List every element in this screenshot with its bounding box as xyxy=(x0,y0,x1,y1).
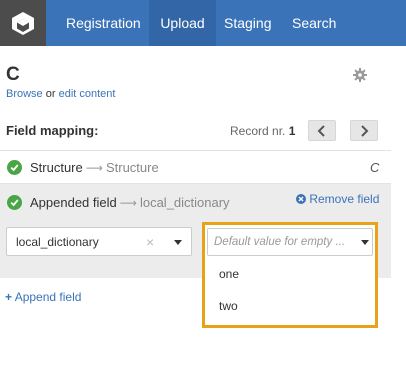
top-navbar: Registration Upload Staging Search xyxy=(0,0,406,46)
mapping-row-structure: Structure ⟶ Structure xyxy=(30,160,159,175)
default-value-select[interactable]: Default value for empty ... xyxy=(207,228,373,256)
plus-icon: + xyxy=(5,290,13,304)
or-text: or xyxy=(45,88,56,100)
arrow-right-icon: ⟶ xyxy=(85,161,103,175)
field-mapping-title: Field mapping: xyxy=(6,123,99,138)
breadcrumb-links: Browse or edit content xyxy=(6,88,115,100)
logo-cube-icon xyxy=(12,12,34,35)
nav-search[interactable]: Search xyxy=(284,0,344,46)
mapping-target: local_dictionary xyxy=(139,195,230,210)
mapping-target: Structure xyxy=(105,160,159,175)
mapping-row-appended: Appended field ⟶ local_dictionary xyxy=(30,195,230,210)
dropdown-option-one[interactable]: one xyxy=(205,259,375,289)
nav-staging[interactable]: Staging xyxy=(216,0,279,46)
check-circle-icon xyxy=(7,160,22,175)
record-label: Record nr. xyxy=(230,124,286,138)
edit-content-link[interactable]: edit content xyxy=(59,88,116,100)
previous-record-button[interactable] xyxy=(308,120,336,141)
field-select-value: local_dictionary xyxy=(16,235,99,249)
arrow-right-icon: ⟶ xyxy=(119,196,137,210)
field-select[interactable]: local_dictionary × xyxy=(6,227,192,256)
default-value-placeholder: Default value for empty ... xyxy=(214,236,346,248)
record-indicator: Record nr. 1 xyxy=(230,124,295,138)
mapping-source: Appended field xyxy=(30,195,117,210)
gear-icon[interactable] xyxy=(352,67,368,83)
check-circle-icon xyxy=(7,195,22,210)
nav-upload[interactable]: Upload xyxy=(149,0,216,46)
clear-x-icon[interactable]: × xyxy=(146,234,154,250)
chevron-left-icon xyxy=(317,124,325,137)
dropdown-option-two[interactable]: two xyxy=(205,291,375,321)
remove-field-label: Remove field xyxy=(309,192,380,206)
close-circle-icon xyxy=(296,194,306,204)
page-title: C xyxy=(6,64,20,85)
default-value-dropdown-highlight: Default value for empty ... one two xyxy=(202,222,378,328)
append-field-button[interactable]: + Append field xyxy=(5,290,81,304)
mapping-preview-value: C xyxy=(370,160,380,175)
caret-down-icon xyxy=(361,240,369,245)
caret-down-icon xyxy=(174,240,182,245)
app-logo[interactable] xyxy=(0,0,46,46)
next-record-button[interactable] xyxy=(350,120,378,141)
append-field-label: Append field xyxy=(14,290,82,304)
remove-field-button[interactable]: Remove field xyxy=(296,192,379,206)
nav-registration[interactable]: Registration xyxy=(58,0,149,46)
browse-link[interactable]: Browse xyxy=(6,88,43,100)
record-number: 1 xyxy=(288,124,296,138)
divider xyxy=(0,150,391,151)
mapping-source: Structure xyxy=(30,160,83,175)
chevron-right-icon xyxy=(361,124,369,137)
